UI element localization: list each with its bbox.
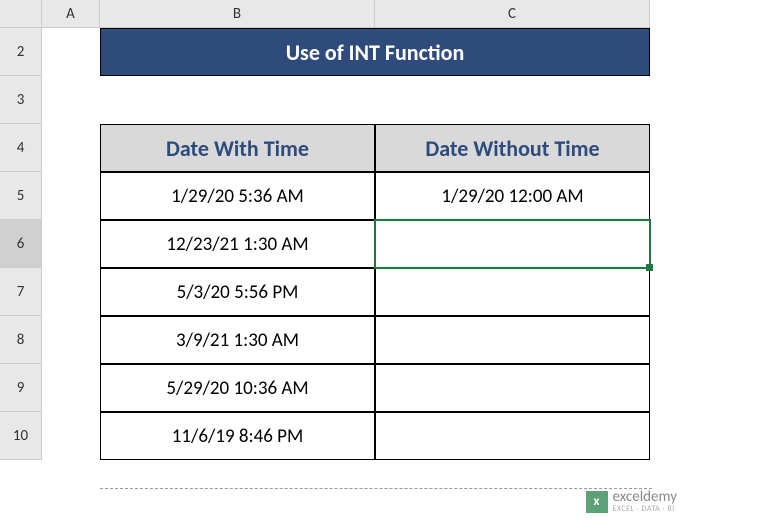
cell-c6[interactable] bbox=[375, 220, 650, 268]
cell-c10[interactable] bbox=[375, 412, 650, 460]
title-cell[interactable]: Use of INT Function bbox=[100, 28, 650, 76]
row-header-3[interactable]: 3 bbox=[0, 76, 42, 124]
spreadsheet-grid: A B C 2 Use of INT Function 3 4 Date Wit… bbox=[0, 0, 767, 460]
row-header-6[interactable]: 6 bbox=[0, 220, 42, 268]
cell-b7[interactable]: 5/3/20 5:56 PM bbox=[100, 268, 375, 316]
cell-a6[interactable] bbox=[42, 220, 100, 268]
cell-b8[interactable]: 3/9/21 1:30 AM bbox=[100, 316, 375, 364]
cell-a7[interactable] bbox=[42, 268, 100, 316]
col-header-a[interactable]: A bbox=[42, 0, 100, 28]
header-date-with-time[interactable]: Date With Time bbox=[100, 124, 375, 172]
watermark-name: exceldemy bbox=[613, 490, 677, 505]
cell-c8[interactable] bbox=[375, 316, 650, 364]
watermark-text: exceldemy EXCEL · DATA · BI bbox=[613, 490, 677, 513]
row-header-7[interactable]: 7 bbox=[0, 268, 42, 316]
row-header-10[interactable]: 10 bbox=[0, 412, 42, 460]
watermark: x exceldemy EXCEL · DATA · BI bbox=[586, 490, 677, 513]
row-header-8[interactable]: 8 bbox=[0, 316, 42, 364]
row-header-4[interactable]: 4 bbox=[0, 124, 42, 172]
page-break-indicator bbox=[100, 488, 652, 489]
row-header-9[interactable]: 9 bbox=[0, 364, 42, 412]
select-all-corner[interactable] bbox=[0, 0, 42, 28]
col-header-c[interactable]: C bbox=[375, 0, 650, 28]
cell-a4[interactable] bbox=[42, 124, 100, 172]
cell-c7[interactable] bbox=[375, 268, 650, 316]
cell-c5[interactable]: 1/29/20 12:00 AM bbox=[375, 172, 650, 220]
cell-b10[interactable]: 11/6/19 8:46 PM bbox=[100, 412, 375, 460]
cell-a3[interactable] bbox=[42, 76, 100, 124]
cell-a5[interactable] bbox=[42, 172, 100, 220]
exceldemy-logo-icon: x bbox=[586, 491, 608, 513]
header-date-without-time[interactable]: Date Without Time bbox=[375, 124, 650, 172]
cell-a9[interactable] bbox=[42, 364, 100, 412]
col-header-b[interactable]: B bbox=[100, 0, 375, 28]
cell-a8[interactable] bbox=[42, 316, 100, 364]
cell-b5[interactable]: 1/29/20 5:36 AM bbox=[100, 172, 375, 220]
cell-a10[interactable] bbox=[42, 412, 100, 460]
cell-c3[interactable] bbox=[375, 76, 650, 124]
fill-handle[interactable] bbox=[646, 264, 653, 271]
row-header-5[interactable]: 5 bbox=[0, 172, 42, 220]
cell-b6[interactable]: 12/23/21 1:30 AM bbox=[100, 220, 375, 268]
cell-b3[interactable] bbox=[100, 76, 375, 124]
cell-a2[interactable] bbox=[42, 28, 100, 76]
watermark-sub: EXCEL · DATA · BI bbox=[613, 505, 677, 513]
cell-c9[interactable] bbox=[375, 364, 650, 412]
cell-b9[interactable]: 5/29/20 10:36 AM bbox=[100, 364, 375, 412]
row-header-2[interactable]: 2 bbox=[0, 28, 42, 76]
